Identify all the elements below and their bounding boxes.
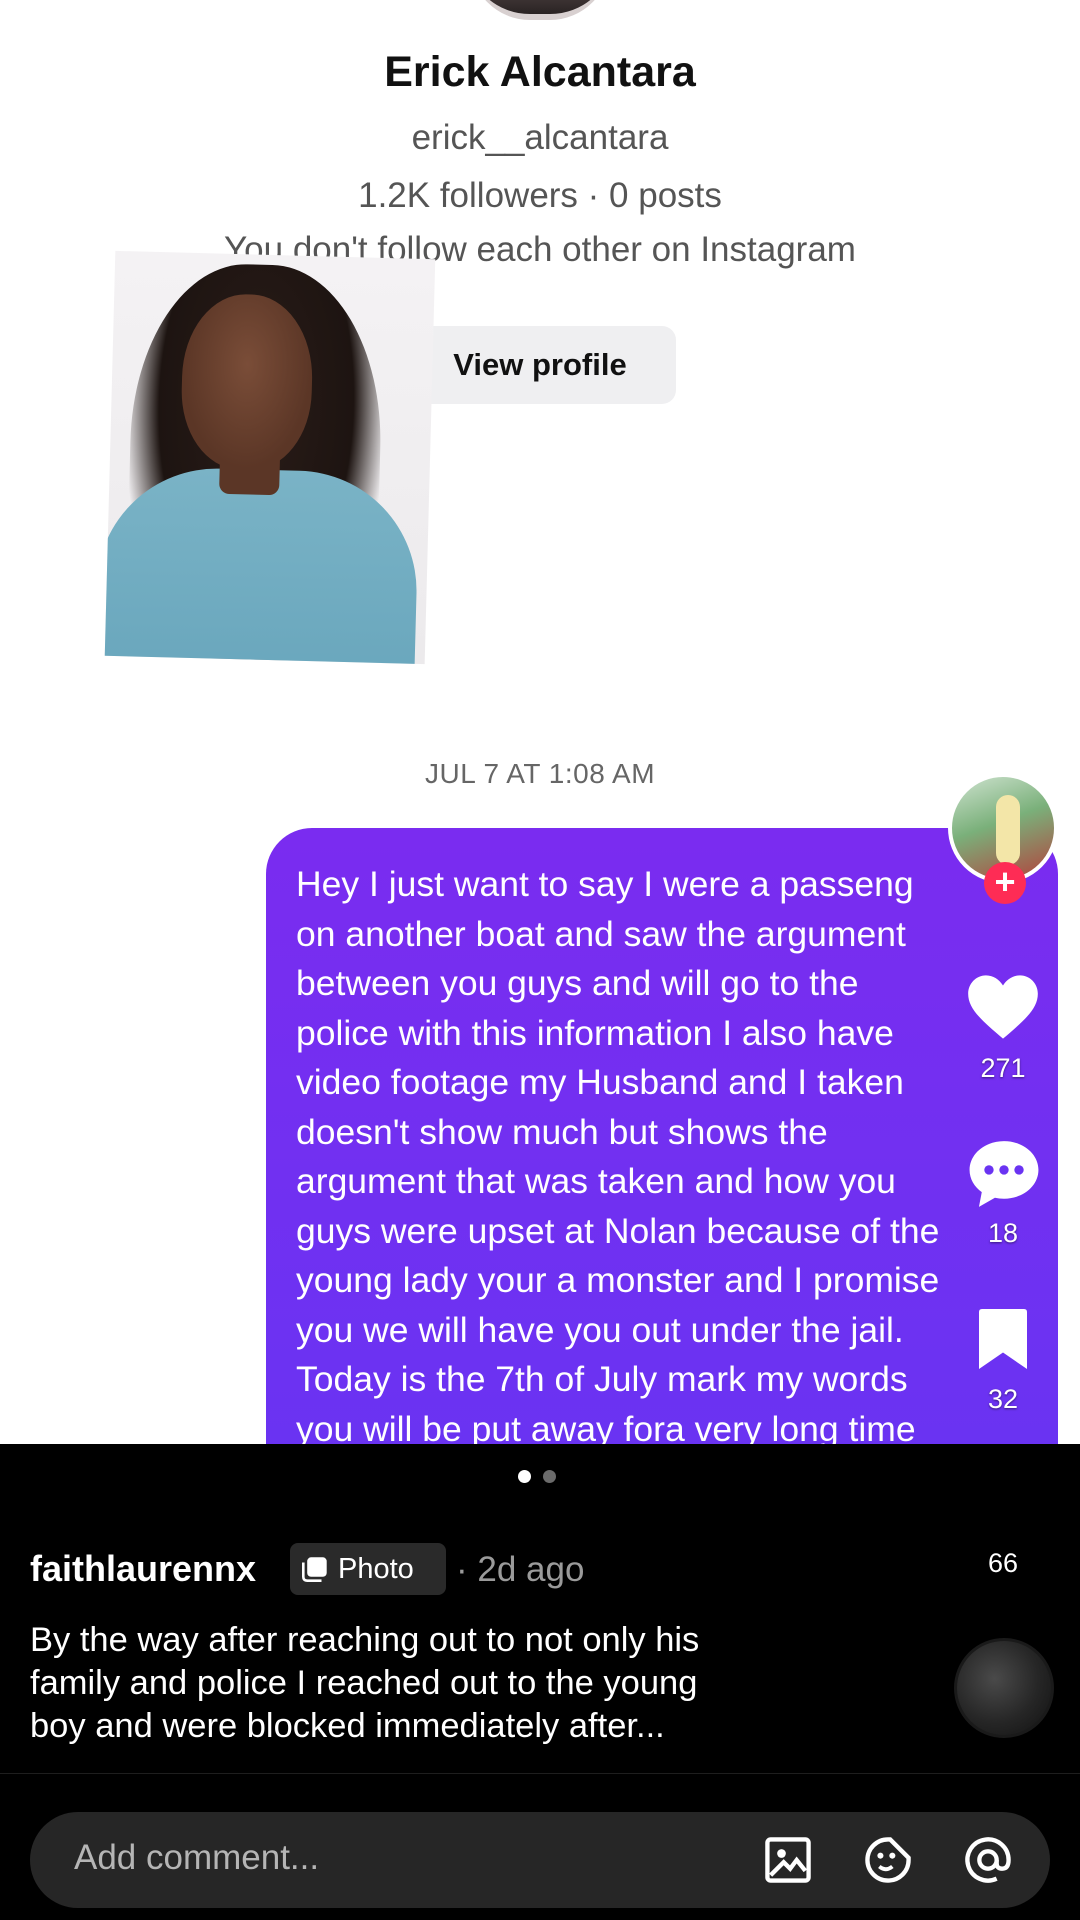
photo-icon <box>302 1557 327 1582</box>
divider <box>0 1773 1080 1774</box>
follow-plus-icon[interactable]: + <box>984 862 1026 904</box>
creator-video-overlay <box>104 250 436 665</box>
mention-icon[interactable] <box>962 1834 1014 1886</box>
view-profile-button[interactable]: View profile <box>404 326 676 404</box>
carousel-dot-active <box>518 1470 531 1483</box>
bookmark-icon[interactable] <box>975 1306 1031 1372</box>
profile-name: Erick Alcantara <box>384 48 696 96</box>
carousel-indicator[interactable] <box>518 1470 568 1488</box>
profile-stats: 1.2K followers · 0 posts <box>358 176 722 215</box>
photo-type-badge: Photo <box>290 1543 446 1595</box>
emoji-icon[interactable] <box>862 1834 914 1886</box>
avatar-figure <box>996 795 1020 865</box>
profile-handle: erick__alcantara <box>411 118 669 157</box>
comment-icon[interactable] <box>966 1138 1042 1210</box>
like-count: 271 <box>980 1053 1026 1083</box>
save-count: 32 <box>987 1384 1019 1414</box>
message-bubble: Hey I just want to say I were a passeng … <box>266 828 1058 1448</box>
comment-count: 18 <box>987 1218 1019 1248</box>
face-shape <box>179 292 315 472</box>
share-count: 66 <box>987 1548 1019 1578</box>
post-username[interactable]: faithlaurennx <box>30 1548 256 1590</box>
message-text: Hey I just want to say I were a passeng … <box>296 864 940 1448</box>
profile-avatar[interactable] <box>470 0 610 20</box>
post-caption[interactable]: By the way after reaching out to not onl… <box>30 1619 820 1748</box>
heart-icon[interactable] <box>965 972 1041 1042</box>
image-icon[interactable] <box>762 1834 814 1886</box>
post-time: · 2d ago <box>456 1550 585 1589</box>
comment-input[interactable]: Add comment... <box>74 1838 319 1878</box>
carousel-dot <box>543 1470 556 1483</box>
music-disc-icon[interactable] <box>954 1638 1054 1738</box>
photo-badge-label: Photo <box>338 1552 414 1585</box>
message-timestamp: JUL 7 AT 1:08 AM <box>424 758 656 789</box>
